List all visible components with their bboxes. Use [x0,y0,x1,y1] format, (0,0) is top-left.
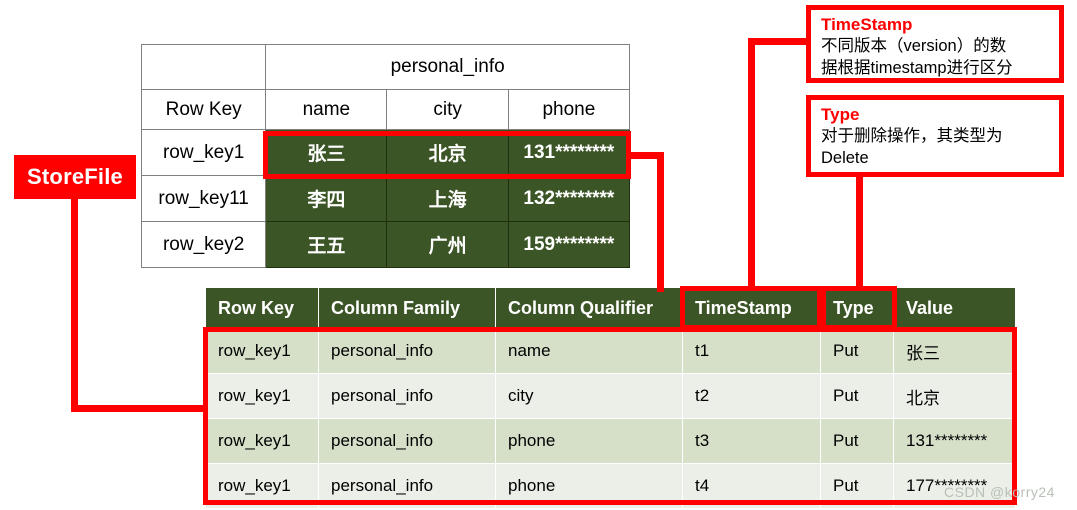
highlight-timestamp-column [680,286,822,330]
header-column-family: Column Family [318,288,496,329]
header-value: Value [893,288,1016,329]
table-row-family-header: personal_info [140,44,630,90]
cell-phone: 132******** [507,175,631,222]
timestamp-connector-horizontal [748,38,808,45]
row-key-header: Row Key [140,89,267,130]
column-header-phone: phone [507,89,631,130]
cell-city: 广州 [386,221,509,268]
cell-phone: 159******** [507,221,631,268]
callout-timestamp: TimeStamp 不同版本（version）的数 据根据timestamp进行… [806,5,1064,83]
cell-name: 李四 [265,175,388,222]
storefile-label: StoreFile [14,155,136,199]
storefile-connector-horizontal [71,405,207,412]
callout-type-body: 对于删除操作，其类型为 Delete [821,127,1003,167]
callout-type-title: Type [821,105,860,124]
table-row: row_key11 李四 上海 132******** [140,175,631,222]
callout-timestamp-body: 不同版本（version）的数 据根据timestamp进行区分 [821,37,1013,77]
callout-timestamp-title: TimeStamp [821,15,913,34]
column-family-header: personal_info [265,44,630,90]
cell-row-key: row_key11 [140,175,267,222]
table-row: row_key2 王五 广州 159******** [140,221,631,268]
cell-city: 上海 [386,175,509,222]
row-mapping-connector-vertical [657,152,664,292]
empty-corner-cell [140,44,267,90]
callout-type: Type 对于删除操作，其类型为 Delete [806,95,1064,177]
header-column-qualifier: Column Qualifier [495,288,683,329]
cell-row-key: row_key2 [140,221,267,268]
cell-name: 王五 [265,221,388,268]
highlight-type-column [821,286,897,330]
column-header-name: name [265,89,388,130]
column-header-city: city [386,89,509,130]
storefile-connector-vertical [71,199,78,412]
highlight-storefile-rows [203,327,1017,505]
diagram-canvas: personal_info Row Key name city phone ro… [0,0,1077,510]
timestamp-connector-vertical [748,38,755,290]
highlight-top-row [263,131,631,179]
cell-row-key: row_key1 [140,129,267,176]
header-row-key: Row Key [205,288,319,329]
storefile-label-text: StoreFile [27,164,123,189]
type-connector-vertical [856,172,863,290]
watermark: CSDN @korry24 [944,484,1055,500]
table-row-column-header: Row Key name city phone [140,89,631,130]
